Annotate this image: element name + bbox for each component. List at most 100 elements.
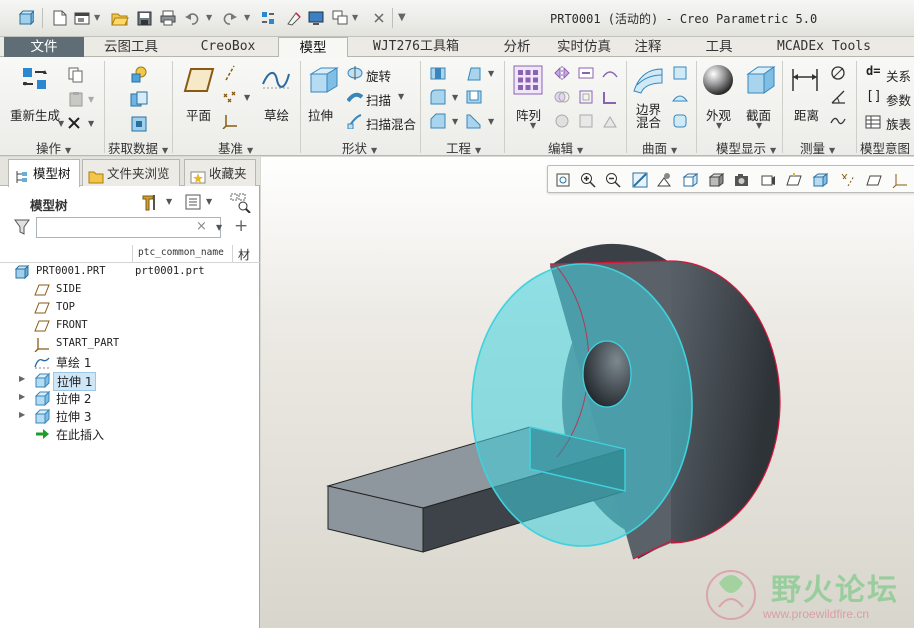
datum-plane-button-icon[interactable]: [182, 65, 216, 95]
expand-arrow-icon[interactable]: ▶: [19, 410, 25, 419]
coordinate-system-icon[interactable]: [220, 111, 240, 131]
tab-creobox[interactable]: CreoBox: [180, 37, 276, 57]
print-icon[interactable]: [158, 8, 178, 28]
creo-app-icon[interactable]: [16, 8, 36, 28]
tree-settings-dropdown[interactable]: ▼: [166, 197, 172, 206]
tree-row-front[interactable]: FRONT: [0, 317, 260, 335]
group-surfaces-label[interactable]: 曲面 ▼: [642, 138, 677, 157]
user-defined-feature-icon[interactable]: [128, 63, 150, 85]
copy-icon[interactable]: [66, 65, 86, 85]
tree-row-extrude-3[interactable]: ▶ 拉伸 3: [0, 407, 260, 425]
tree-row-extrude-1[interactable]: ▶ 拉伸 1: [0, 371, 260, 391]
section-icon[interactable]: [742, 63, 778, 97]
tab-cloud-tools[interactable]: 云图工具: [86, 37, 176, 57]
group-model-intent-label[interactable]: 模型意图 ▼: [860, 138, 914, 157]
delete-icon[interactable]: [64, 113, 84, 133]
pattern-label[interactable]: 阵列: [516, 105, 541, 124]
tab-folder-browser[interactable]: 文件夹浏览: [82, 159, 180, 186]
swept-blend-icon[interactable]: [346, 111, 364, 131]
boundary-blend-icon[interactable]: [630, 63, 666, 97]
distance-measure-icon[interactable]: [788, 63, 822, 95]
revolve-label[interactable]: 旋转: [366, 66, 391, 85]
copy-geometry-icon[interactable]: [128, 89, 150, 111]
tab-model[interactable]: 模型: [278, 37, 348, 58]
graphics-window[interactable]: 野火论坛 www.proewildfire.cn: [261, 157, 914, 628]
relations-icon[interactable]: d=: [866, 64, 880, 78]
tree-row-sketch-1[interactable]: 草绘 1: [0, 353, 260, 371]
new-window-icon[interactable]: [72, 8, 92, 28]
merge-icon[interactable]: [552, 87, 572, 107]
tab-model-tree[interactable]: 模型树: [8, 159, 80, 187]
display-icon[interactable]: [306, 8, 326, 28]
diameter-measure-icon[interactable]: [828, 63, 848, 83]
tree-search-input[interactable]: [36, 217, 221, 238]
tree-row-top[interactable]: TOP: [0, 299, 260, 317]
project-icon[interactable]: [600, 63, 620, 83]
thicken-icon[interactable]: [600, 87, 620, 107]
solidify-icon[interactable]: [600, 111, 620, 131]
tab-wjt276-toolbox[interactable]: WJT276工具箱: [352, 37, 480, 57]
group-editing-label[interactable]: 编辑 ▼: [548, 138, 583, 157]
open-folder-icon[interactable]: [110, 8, 130, 28]
extrude-label[interactable]: 拉伸: [308, 105, 333, 124]
tab-tools[interactable]: 工具: [690, 37, 748, 57]
intersect-icon[interactable]: [576, 111, 596, 131]
tab-mcadex-tools[interactable]: MCADEx Tools: [754, 37, 894, 57]
offset-icon[interactable]: [576, 87, 596, 107]
filter-funnel-icon[interactable]: [14, 219, 30, 238]
datum-point-icon[interactable]: [220, 87, 240, 107]
window-icon[interactable]: [284, 8, 304, 28]
group-engineering-label[interactable]: 工程 ▼: [446, 138, 481, 157]
tree-row-start-part[interactable]: START_PART: [0, 335, 260, 353]
column-header-common-name[interactable]: ptc_common_name: [138, 247, 224, 258]
shrinkwrap-icon[interactable]: [128, 113, 150, 135]
swept-blend-label[interactable]: 扫描混合: [366, 114, 416, 133]
style-icon[interactable]: [670, 87, 690, 107]
sweep-icon[interactable]: [346, 87, 364, 107]
shell-icon[interactable]: [464, 87, 484, 107]
redo-icon[interactable]: [220, 8, 240, 28]
tree-row-insert-here[interactable]: 在此插入: [0, 425, 260, 443]
column-header-material[interactable]: 材: [238, 246, 250, 263]
tab-annotate[interactable]: 注释: [618, 37, 678, 57]
add-column-icon[interactable]: +: [234, 216, 248, 236]
group-datum-label[interactable]: 基准 ▼: [218, 138, 253, 157]
new-file-icon[interactable]: [50, 8, 70, 28]
tree-row-side[interactable]: SIDE: [0, 281, 260, 299]
extend-icon[interactable]: [576, 63, 596, 83]
tree-row-part[interactable]: PRT0001.PRT prt0001.prt: [0, 263, 260, 281]
fill-icon[interactable]: [670, 63, 690, 83]
datum-axis-icon[interactable]: [220, 63, 240, 83]
rib-icon[interactable]: [464, 111, 484, 131]
extrude-button-icon[interactable]: [306, 63, 340, 97]
group-measure-label[interactable]: 测量 ▼: [800, 138, 835, 157]
appearance-icon[interactable]: [700, 63, 736, 97]
expand-arrow-icon[interactable]: ▶: [19, 392, 25, 401]
clear-search-icon[interactable]: ×: [196, 219, 207, 234]
tab-file[interactable]: 文件: [4, 37, 84, 57]
regenerate-label[interactable]: 重新生成: [10, 105, 60, 124]
pattern-button-icon[interactable]: [512, 63, 544, 97]
tab-analysis[interactable]: 分析: [482, 37, 552, 57]
relations-label[interactable]: 关系: [886, 66, 911, 85]
family-table-label[interactable]: 族表: [886, 114, 911, 133]
mirror-icon[interactable]: [552, 63, 572, 83]
paste-icon[interactable]: [66, 89, 86, 109]
datum-plane-label[interactable]: 平面: [186, 105, 211, 124]
angle-measure-icon[interactable]: [828, 87, 848, 107]
expand-arrow-icon[interactable]: ▶: [19, 374, 25, 383]
sketch-label[interactable]: 草绘: [264, 105, 289, 124]
trim-icon[interactable]: [552, 111, 572, 131]
family-table-icon[interactable]: [864, 113, 882, 131]
tree-settings-icon[interactable]: [140, 192, 162, 215]
switch-windows-icon[interactable]: [330, 8, 350, 28]
boundary-blend-label[interactable]: 边界混合: [636, 103, 662, 129]
parameters-icon[interactable]: []: [866, 89, 882, 104]
tree-show-dropdown[interactable]: ▼: [206, 197, 212, 206]
tree-row-extrude-2[interactable]: ▶ 拉伸 2: [0, 389, 260, 407]
regenerate-icon[interactable]: [258, 8, 278, 28]
length-measure-icon[interactable]: [828, 111, 848, 131]
customize-quick-access-icon[interactable]: ▼: [398, 12, 406, 23]
tab-live-simulation[interactable]: 实时仿真: [552, 37, 616, 57]
tree-filter-display-icon[interactable]: [230, 193, 252, 216]
